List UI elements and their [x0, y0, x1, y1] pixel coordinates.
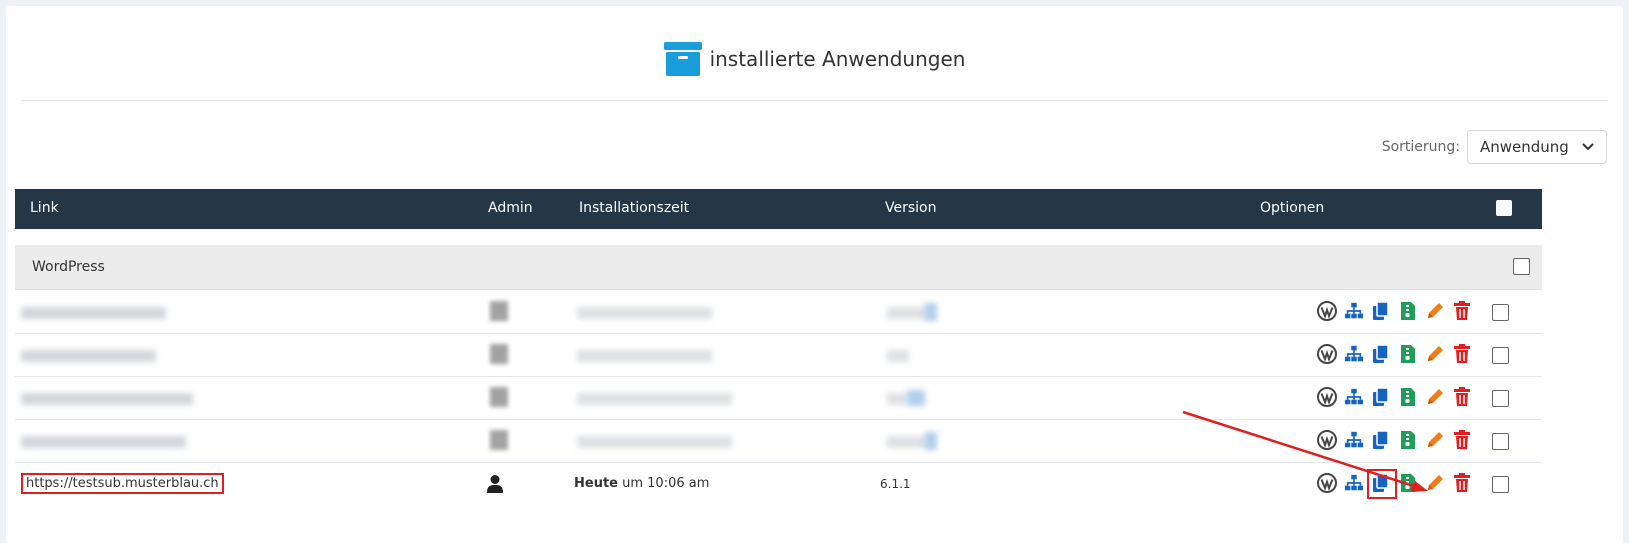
blurred-version-mark: [925, 303, 937, 321]
row-options: [1317, 301, 1472, 321]
row-checkbox[interactable]: [1492, 347, 1509, 364]
sitemap-icon[interactable]: [1344, 473, 1364, 493]
column-header-installationszeit: Installationszeit: [579, 200, 690, 216]
edit-pencil-icon[interactable]: [1425, 473, 1445, 493]
copy-icon[interactable]: [1371, 430, 1391, 450]
select-all-checkbox[interactable]: [1496, 200, 1512, 216]
blurred-time: [577, 307, 712, 319]
wordpress-icon[interactable]: [1317, 430, 1337, 450]
column-header-admin: Admin: [488, 200, 533, 216]
blurred-time: [577, 436, 732, 448]
group-label: WordPress: [32, 259, 105, 275]
highlight-box: [1367, 469, 1397, 499]
sitemap-icon[interactable]: [1344, 344, 1364, 364]
group-row-wordpress: WordPress: [15, 245, 1542, 290]
blurred-link[interactable]: [21, 393, 193, 405]
chevron-down-icon: [1582, 140, 1594, 154]
copy-icon[interactable]: [1371, 301, 1391, 321]
group-checkbox[interactable]: [1513, 258, 1530, 275]
row-checkbox[interactable]: [1492, 390, 1509, 407]
trash-icon[interactable]: [1452, 344, 1472, 364]
page-header: installierte Anwendungen: [21, 6, 1608, 101]
sort-control: Sortierung: Anwendung: [1382, 130, 1607, 164]
copy-icon[interactable]: [1367, 469, 1397, 499]
blurred-time: [577, 350, 712, 362]
trash-icon[interactable]: [1452, 387, 1472, 407]
row-checkbox[interactable]: [1492, 476, 1509, 493]
column-header-version: Version: [885, 200, 937, 216]
row-checkbox[interactable]: [1492, 433, 1509, 450]
sitemap-icon[interactable]: [1344, 430, 1364, 450]
trash-icon[interactable]: [1452, 473, 1472, 493]
archive-box-icon: [663, 42, 702, 76]
blurred-version: [887, 350, 909, 362]
edit-pencil-icon[interactable]: [1425, 387, 1445, 407]
page-title: installierte Anwendungen: [709, 47, 966, 71]
blurred-link[interactable]: [21, 307, 166, 319]
blurred-link[interactable]: [21, 350, 156, 362]
archive-file-icon[interactable]: [1398, 301, 1418, 321]
time-clock: um 10:06 am: [617, 476, 710, 491]
sort-selected-value: Anwendung: [1480, 138, 1569, 156]
table-header: Link Admin Installationszeit Version Opt…: [15, 189, 1542, 229]
blurred-admin: [490, 344, 508, 364]
column-header-optionen: Optionen: [1260, 200, 1325, 216]
sort-select[interactable]: Anwendung: [1467, 130, 1607, 164]
table-row: [15, 377, 1542, 420]
sitemap-icon[interactable]: [1344, 387, 1364, 407]
admin-user-icon[interactable]: [487, 475, 503, 497]
copy-icon[interactable]: [1371, 344, 1391, 364]
wordpress-icon[interactable]: [1317, 387, 1337, 407]
installation-time: Heute um 10:06 am: [574, 476, 709, 491]
table-row-highlighted: https://testsub.musterblau.ch Heute um 1…: [15, 463, 1542, 506]
archive-file-icon[interactable]: [1398, 344, 1418, 364]
wordpress-icon[interactable]: [1317, 344, 1337, 364]
blurred-version-mark: [925, 432, 937, 450]
archive-file-icon[interactable]: [1398, 473, 1418, 493]
blurred-admin: [490, 430, 508, 450]
trash-icon[interactable]: [1452, 301, 1472, 321]
blurred-version-mark: [907, 390, 925, 406]
blurred-admin: [490, 301, 508, 321]
row-options: [1317, 430, 1472, 450]
table-row: [15, 420, 1542, 463]
row-options: [1317, 469, 1472, 499]
edit-pencil-icon[interactable]: [1425, 430, 1445, 450]
blurred-version: [887, 393, 907, 405]
sort-label: Sortierung:: [1381, 139, 1460, 155]
trash-icon[interactable]: [1452, 430, 1472, 450]
installation-link[interactable]: https://testsub.musterblau.ch: [21, 473, 224, 494]
column-header-link: Link: [30, 200, 59, 216]
wordpress-icon[interactable]: [1317, 301, 1337, 321]
table-row: [15, 291, 1542, 334]
edit-pencil-icon[interactable]: [1425, 344, 1445, 364]
archive-file-icon[interactable]: [1398, 387, 1418, 407]
blurred-admin: [490, 387, 508, 407]
blurred-time: [577, 393, 732, 405]
copy-icon[interactable]: [1371, 387, 1391, 407]
blurred-link[interactable]: [21, 436, 186, 448]
sitemap-icon[interactable]: [1344, 301, 1364, 321]
row-options: [1317, 387, 1472, 407]
blurred-version: [887, 436, 927, 448]
row-checkbox[interactable]: [1492, 304, 1509, 321]
edit-pencil-icon[interactable]: [1425, 301, 1445, 321]
blurred-version: [887, 307, 927, 319]
version-value: 6.1.1: [880, 477, 911, 491]
time-day: Heute: [574, 476, 618, 491]
table-row: [15, 334, 1542, 377]
row-options: [1317, 344, 1472, 364]
archive-file-icon[interactable]: [1398, 430, 1418, 450]
wordpress-icon[interactable]: [1317, 473, 1337, 493]
